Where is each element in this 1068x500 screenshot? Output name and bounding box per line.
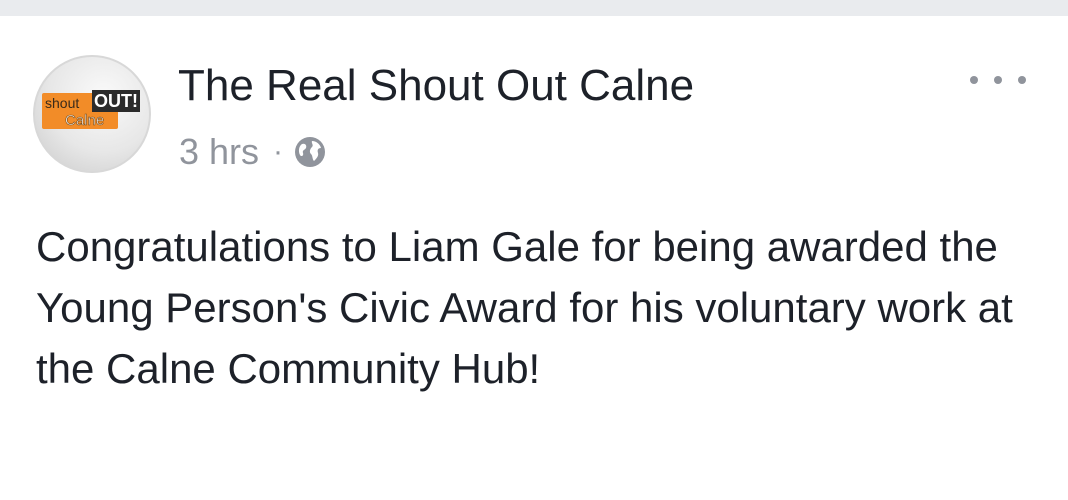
post-meta: 3 hrs · bbox=[179, 128, 327, 176]
avatar-logo-out: OUT! bbox=[92, 90, 140, 112]
more-options-icon[interactable] bbox=[970, 60, 1026, 100]
page-avatar[interactable]: shout OUT! Calne bbox=[33, 55, 151, 173]
meta-separator: · bbox=[273, 135, 284, 168]
top-strip bbox=[0, 0, 1068, 16]
more-dot bbox=[1018, 76, 1026, 84]
page-name-link[interactable]: The Real Shout Out Calne bbox=[178, 58, 694, 114]
avatar-logo-calne: Calne bbox=[65, 112, 105, 130]
more-dot bbox=[994, 76, 1002, 84]
avatar-logo-shout: shout bbox=[45, 95, 80, 111]
more-dot bbox=[970, 76, 978, 84]
globe-icon[interactable] bbox=[293, 135, 327, 169]
post-body-text: Congratulations to Liam Gale for being a… bbox=[36, 223, 1013, 392]
post-timestamp[interactable]: 3 hrs bbox=[179, 131, 259, 173]
